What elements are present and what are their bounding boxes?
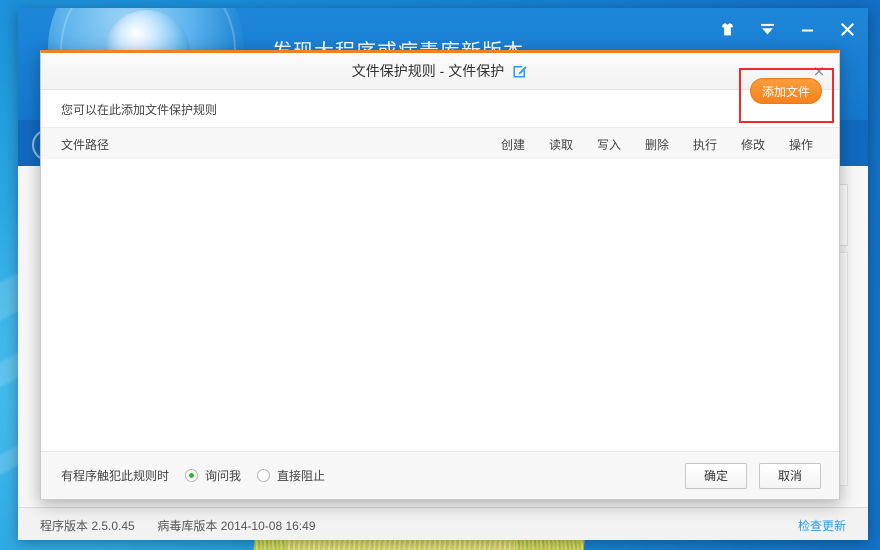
- skin-icon[interactable]: [716, 18, 738, 40]
- rules-table-header: 文件路径 创建 读取 写入 删除 执行 修改 操作: [41, 128, 839, 161]
- column-header-read: 读取: [537, 136, 585, 153]
- status-versions: 程序版本 2.5.0.45 病毒库版本 2014-10-08 16:49: [40, 517, 316, 534]
- menu-chevron-down-icon[interactable]: [756, 18, 778, 40]
- edit-pencil-icon[interactable]: [512, 63, 528, 79]
- app-status-bar: 程序版本 2.5.0.45 病毒库版本 2014-10-08 16:49 检查更…: [18, 507, 868, 540]
- radio-block-directly[interactable]: 直接阻止: [257, 467, 325, 484]
- column-header-create: 创建: [489, 136, 537, 153]
- add-file-button[interactable]: 添加文件: [750, 78, 822, 104]
- minimize-icon[interactable]: [796, 18, 818, 40]
- dialog-footer: 有程序触犯此规则时 询问我 直接阻止 确定 取消: [41, 451, 839, 499]
- radio-ask-me-label: 询问我: [205, 467, 241, 484]
- rules-table-body[interactable]: [41, 159, 839, 496]
- virus-db-version-label: 病毒库版本 2014-10-08 16:49: [157, 519, 315, 533]
- cancel-button[interactable]: 取消: [759, 463, 821, 489]
- column-header-file-path: 文件路径: [61, 136, 109, 153]
- radio-block-directly-indicator[interactable]: [257, 469, 270, 482]
- footer-rule-trigger-label: 有程序触犯此规则时: [61, 467, 169, 484]
- window-controls: [716, 14, 858, 44]
- dialog-title: 文件保护规则 - 文件保护: [352, 61, 504, 81]
- column-header-action: 操作: [777, 136, 825, 153]
- check-update-link[interactable]: 检查更新: [798, 517, 846, 534]
- column-headers-permissions: 创建 读取 写入 删除 执行 修改 操作: [489, 136, 825, 153]
- dialog-title-group: 文件保护规则 - 文件保护: [41, 53, 839, 89]
- dialog-hint-bar: 您可以在此添加文件保护规则 添加文件: [41, 90, 839, 128]
- radio-ask-me[interactable]: 询问我: [185, 467, 241, 484]
- program-version-label: 程序版本 2.5.0.45: [40, 519, 135, 533]
- radio-ask-me-indicator[interactable]: [185, 469, 198, 482]
- dialog-action-buttons: 确定 取消: [685, 463, 821, 489]
- ok-button[interactable]: 确定: [685, 463, 747, 489]
- file-protection-rules-dialog: 文件保护规则 - 文件保护 × 您可以在此添加文件保护规则 添加文件 文件路径 …: [40, 50, 840, 500]
- column-header-write: 写入: [585, 136, 633, 153]
- column-header-delete: 删除: [633, 136, 681, 153]
- column-header-execute: 执行: [681, 136, 729, 153]
- radio-block-directly-label: 直接阻止: [277, 467, 325, 484]
- close-icon[interactable]: [836, 18, 858, 40]
- dialog-hint-text: 您可以在此添加文件保护规则: [61, 101, 217, 118]
- column-header-modify: 修改: [729, 136, 777, 153]
- dialog-title-bar: 文件保护规则 - 文件保护 ×: [41, 53, 839, 90]
